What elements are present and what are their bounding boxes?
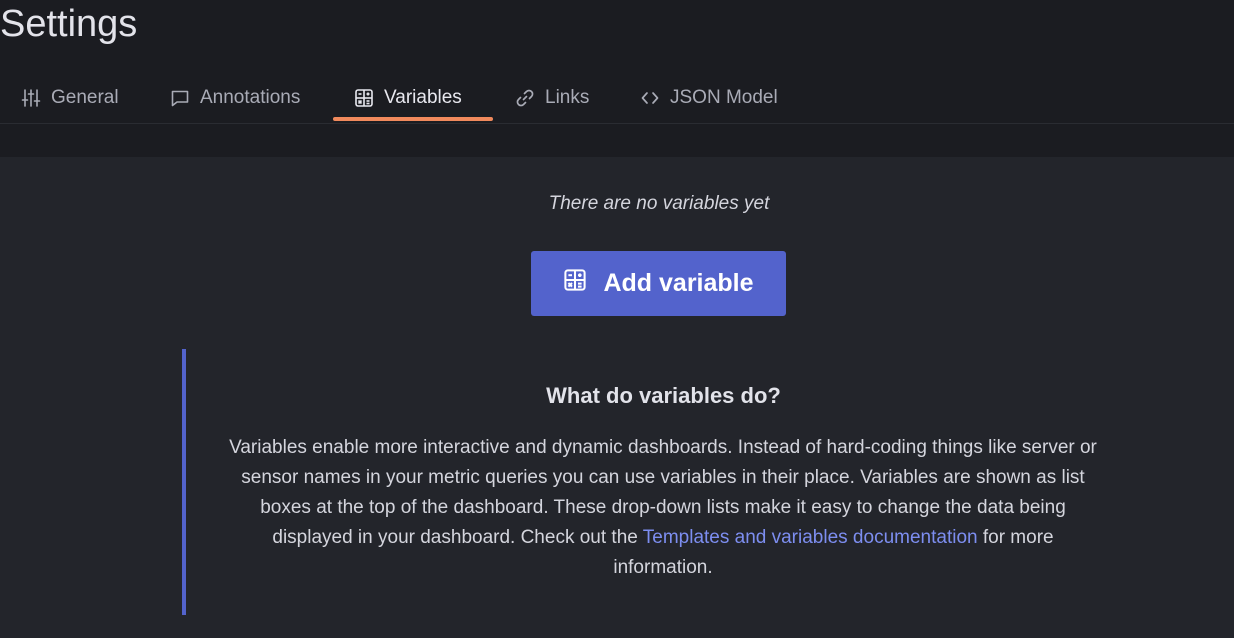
calculator-icon [354,88,374,108]
page-header: Settings General Annotations Variables L… [0,0,1234,124]
header-spacer [0,124,1234,157]
info-title: What do variables do? [546,383,781,408]
page-title: Settings [0,3,138,45]
calculator-icon [563,268,587,299]
code-brackets-icon [640,88,660,108]
active-tab-indicator [333,117,493,121]
add-variable-button[interactable]: Add variable [531,251,786,316]
tab-variables[interactable]: Variables [354,72,462,123]
variables-content: There are no variables yet Add variable … [0,157,1234,638]
tab-label: JSON Model [670,86,778,108]
docs-link[interactable]: Templates and variables documentation [643,527,978,548]
tab-label: General [51,86,119,108]
tab-json-model[interactable]: JSON Model [640,72,778,123]
sliders-icon [21,88,41,108]
tab-label: Annotations [200,86,301,108]
tab-label: Links [545,86,590,108]
settings-page: Settings General Annotations Variables L… [0,0,1234,638]
info-callout: What do variables do? Variables enable m… [182,349,1112,615]
tab-annotations[interactable]: Annotations [170,72,300,123]
settings-tabs: General Annotations Variables Links JSON… [0,72,1234,124]
tab-general[interactable]: General [21,72,119,123]
info-body: Variables enable more interactive and dy… [228,433,1098,583]
tab-links[interactable]: Links [515,72,589,123]
comment-icon [170,88,190,108]
add-variable-label: Add variable [603,269,754,297]
tab-label: Variables [384,86,462,108]
empty-state-message: There are no variables yet [548,193,770,214]
link-icon [515,88,535,108]
